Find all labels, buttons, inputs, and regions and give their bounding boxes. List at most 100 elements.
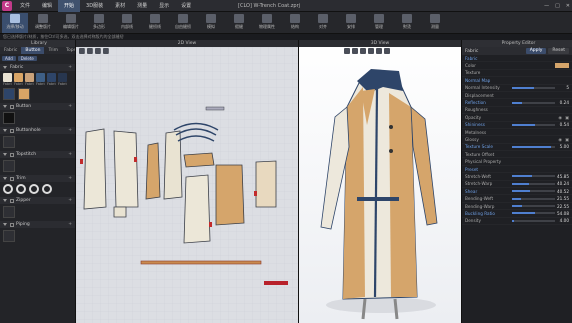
menu-item[interactable]: 测量 [131, 0, 153, 12]
property-row[interactable]: Opacity ◉ ▣ [462, 114, 572, 122]
property-row[interactable]: Stretch-Warp 40.24 [462, 181, 572, 189]
item-thumb[interactable] [3, 112, 15, 124]
toolbar-button[interactable]: 物理属性 [254, 13, 280, 33]
property-row[interactable]: Color [462, 62, 572, 70]
menu-item[interactable]: 开始 [58, 0, 81, 12]
item-thumb[interactable] [3, 206, 15, 218]
property-row[interactable]: Stretch-Weft 45.85 [462, 173, 572, 181]
section-checkbox[interactable] [10, 222, 14, 227]
item-thumb[interactable] [3, 230, 15, 242]
library-section[interactable]: Zipper + [0, 197, 75, 204]
property-slider[interactable] [512, 101, 555, 104]
property-slider[interactable] [512, 86, 555, 89]
property-row[interactable]: Normal Intensity 5 [462, 85, 572, 92]
fabric-swatch[interactable] [47, 73, 56, 82]
property-row[interactable]: Texture Offset [462, 151, 572, 159]
menu-item[interactable]: 编辑 [36, 0, 58, 12]
trim-ring-icon[interactable] [29, 184, 39, 194]
property-slider[interactable] [512, 205, 555, 207]
plus-icon[interactable]: + [68, 65, 72, 70]
menu-item[interactable]: 文件 [14, 0, 36, 12]
property-row[interactable]: Shininess 0.54 [462, 122, 572, 129]
toolbar-button[interactable]: 对齐 [310, 13, 336, 33]
property-slider[interactable] [512, 190, 555, 193]
close-icon[interactable]: ✕ [566, 0, 570, 12]
property-value[interactable]: 21.55 [557, 196, 569, 201]
toolbar-button[interactable]: 测量 [422, 13, 448, 33]
property-row[interactable]: Texture [462, 70, 572, 78]
fabric-swatch[interactable] [36, 73, 45, 82]
property-row[interactable]: Reflection 0.24 [462, 99, 572, 107]
property-slider[interactable] [512, 123, 555, 126]
menu-item[interactable]: 素材 [109, 0, 131, 12]
library-tab[interactable]: Fabric [0, 47, 21, 54]
property-value[interactable]: 40.52 [557, 189, 569, 194]
item-thumb[interactable] [3, 136, 15, 148]
property-value[interactable]: 5 [557, 85, 569, 90]
toolbar-button[interactable]: 熨烫 [394, 13, 420, 33]
add-button[interactable]: Add [2, 56, 16, 61]
fabric-swatch[interactable] [58, 73, 67, 82]
section-checkbox[interactable] [10, 198, 14, 203]
property-row[interactable]: Glossy ◉ ▣ [462, 136, 572, 144]
toolbar-button[interactable]: 选择/移动 [2, 13, 28, 33]
library-section[interactable]: Piping + [0, 221, 75, 228]
toolbar-button[interactable]: 内部线 [114, 13, 140, 33]
property-value[interactable]: 4.00 [557, 218, 569, 223]
toolbar-button[interactable]: 结构 [282, 13, 308, 33]
property-row[interactable]: Bending-Weft 21.55 [462, 195, 572, 203]
library-section[interactable]: Button + [0, 103, 75, 110]
3d-viewport[interactable]: 3D View [298, 40, 461, 323]
property-slider[interactable] [512, 145, 555, 148]
avatar-canvas[interactable] [299, 47, 461, 323]
fabric-swatch[interactable] [25, 73, 34, 82]
library-section[interactable]: Trim + [0, 175, 75, 182]
property-value[interactable]: 0.24 [557, 100, 569, 105]
section-checkbox[interactable] [10, 176, 14, 181]
section-checkbox[interactable] [10, 128, 14, 133]
delete-button[interactable]: Delete [17, 56, 37, 61]
apply-button[interactable]: Apply [525, 48, 547, 54]
library-section[interactable]: Buttonhole + [0, 127, 75, 134]
plus-icon[interactable]: + [68, 152, 72, 157]
maximize-icon[interactable]: □ [555, 0, 560, 12]
eye-icon[interactable]: ◉ [558, 115, 562, 120]
reset-button[interactable]: Reset [548, 48, 569, 54]
property-value[interactable]: 54.08 [557, 211, 569, 216]
plus-icon[interactable]: + [68, 128, 72, 133]
lock-icon[interactable]: ▣ [565, 115, 569, 120]
property-row[interactable]: Density 4.00 [462, 218, 572, 225]
item-thumb[interactable] [3, 160, 15, 172]
property-row[interactable]: Shear 40.52 [462, 188, 572, 196]
toolbar-button[interactable]: 管理 [366, 13, 392, 33]
section-checkbox[interactable] [10, 104, 14, 109]
toolbar-button[interactable]: 缝纫线 [142, 13, 168, 33]
property-slider[interactable] [512, 175, 555, 178]
menu-item[interactable]: 设置 [175, 0, 197, 12]
trim-ring-icon[interactable] [16, 184, 26, 194]
trim-ring-icon[interactable] [42, 184, 52, 194]
menu-item[interactable]: 3D服装 [80, 0, 109, 12]
property-value[interactable]: 40.24 [557, 181, 569, 186]
property-row[interactable]: Fabric [462, 55, 572, 63]
plus-icon[interactable]: + [68, 176, 72, 181]
toolbar-button[interactable]: 多边形 [86, 13, 112, 33]
fabric-thumb[interactable] [3, 88, 15, 100]
fabric-swatch[interactable] [3, 73, 12, 82]
library-tab[interactable]: Trim [44, 47, 62, 54]
trim-ring-icon[interactable] [3, 184, 13, 194]
property-value[interactable]: 0.54 [557, 122, 569, 127]
lock-icon[interactable]: ▣ [565, 137, 569, 142]
2d-viewport[interactable]: 2D View [75, 40, 298, 323]
plus-icon[interactable]: + [68, 222, 72, 227]
property-row[interactable]: Preset [462, 166, 572, 174]
property-row[interactable]: Displacement [462, 92, 572, 100]
property-row[interactable]: Metalness [462, 129, 572, 137]
property-row[interactable]: Physical Property [462, 158, 572, 166]
menu-item[interactable]: 显示 [153, 0, 175, 12]
plus-icon[interactable]: + [68, 104, 72, 109]
toolbar-button[interactable]: 假缝 [226, 13, 252, 33]
property-row[interactable]: Texture Scale 5.00 [462, 144, 572, 152]
toolbar-button[interactable]: 自由缝纫 [170, 13, 196, 33]
property-slider[interactable] [512, 219, 555, 222]
